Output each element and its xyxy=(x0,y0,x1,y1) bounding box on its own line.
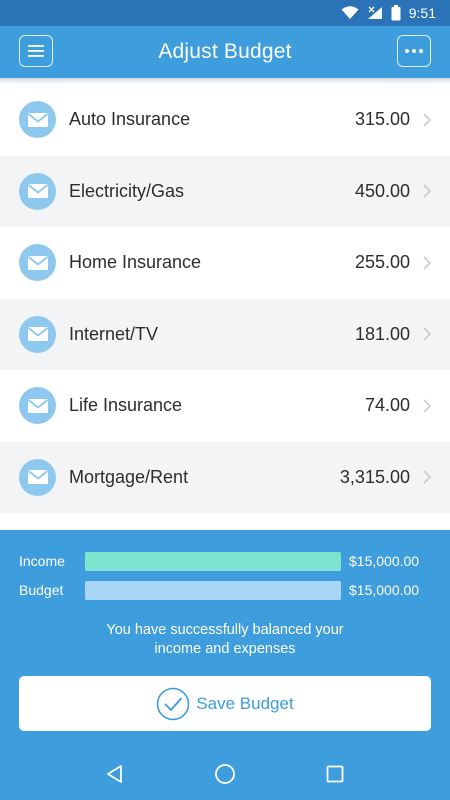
home-circle-icon xyxy=(215,764,235,784)
envelope-icon xyxy=(19,101,56,139)
battery-icon xyxy=(391,5,401,21)
balance-message: You have successfully balanced your inco… xyxy=(106,622,344,657)
item-label: Auto Insurance xyxy=(69,109,191,130)
chevron-right-icon xyxy=(423,184,432,198)
recents-square-icon xyxy=(326,765,344,783)
chevron-right-icon xyxy=(423,256,432,270)
item-amount: 315.00 xyxy=(354,109,410,130)
list-item-internet-tv[interactable]: Internet/TV 181.00 xyxy=(0,298,450,370)
home-button[interactable] xyxy=(205,754,245,794)
system-nav-bar xyxy=(0,748,450,800)
save-budget-button[interactable]: Save Budget xyxy=(19,676,431,731)
item-label: Electricity/Gas xyxy=(69,180,185,201)
more-icon xyxy=(405,49,423,53)
item-label: Life Insurance xyxy=(69,395,183,416)
item-amount: 181.00 xyxy=(354,323,410,344)
chevron-right-icon xyxy=(423,470,432,484)
budget-value: $15,000.00 xyxy=(349,582,420,598)
item-label: Mortgage/Rent xyxy=(69,466,189,487)
check-circle-icon xyxy=(157,687,190,720)
status-time: 9:51 xyxy=(408,5,436,21)
wifi-icon xyxy=(341,6,359,19)
menu-button[interactable] xyxy=(19,35,53,67)
budget-row: Budget $15,000.00 xyxy=(19,580,431,600)
hamburger-icon xyxy=(28,45,44,57)
budget-bar-track xyxy=(85,580,341,600)
chevron-right-icon xyxy=(423,113,432,127)
list-item-auto-insurance[interactable]: Auto Insurance 315.00 xyxy=(0,84,450,156)
income-row: Income $15,000.00 xyxy=(19,551,431,571)
budget-label: Budget xyxy=(19,582,64,598)
budget-bar xyxy=(85,580,341,600)
income-bar xyxy=(85,551,341,571)
envelope-icon xyxy=(19,458,56,496)
chevron-right-icon xyxy=(423,399,432,413)
envelope-icon xyxy=(19,387,56,425)
budget-summary-panel: Income $15,000.00 Budget $15,000.00 You … xyxy=(0,530,450,748)
item-amount: 3,315.00 xyxy=(339,466,410,487)
recents-button[interactable] xyxy=(315,754,355,794)
list-item-mortgage-rent[interactable]: Mortgage/Rent 3,315.00 xyxy=(0,441,450,513)
envelope-icon xyxy=(19,244,56,282)
envelope-icon xyxy=(19,315,56,353)
chevron-right-icon xyxy=(423,327,432,341)
signal-icon xyxy=(367,6,382,19)
list-item-home-insurance[interactable]: Home Insurance 255.00 xyxy=(0,227,450,299)
item-label: Home Insurance xyxy=(69,252,202,273)
budget-category-list: Auto Insurance 315.00 Electricity/Gas 45… xyxy=(0,84,450,530)
income-label: Income xyxy=(19,553,65,569)
item-amount: 74.00 xyxy=(364,395,410,416)
back-button[interactable] xyxy=(95,754,135,794)
list-item-electricity-gas[interactable]: Electricity/Gas 450.00 xyxy=(0,155,450,227)
item-label: Internet/TV xyxy=(69,323,159,344)
list-item-partial[interactable] xyxy=(0,513,450,530)
income-value: $15,000.00 xyxy=(349,553,420,569)
page-title: Adjust Budget xyxy=(158,40,292,63)
list-item-life-insurance[interactable]: Life Insurance 74.00 xyxy=(0,370,450,442)
income-bar-track xyxy=(85,551,341,571)
save-button-label: Save Budget xyxy=(196,693,294,713)
app-bar: Adjust Budget xyxy=(0,26,450,78)
more-options-button[interactable] xyxy=(397,35,431,67)
item-amount: 255.00 xyxy=(354,252,410,273)
envelope-icon xyxy=(19,172,56,210)
status-bar: 9:51 xyxy=(0,0,450,26)
back-triangle-icon xyxy=(107,765,122,783)
item-amount: 450.00 xyxy=(354,180,410,201)
